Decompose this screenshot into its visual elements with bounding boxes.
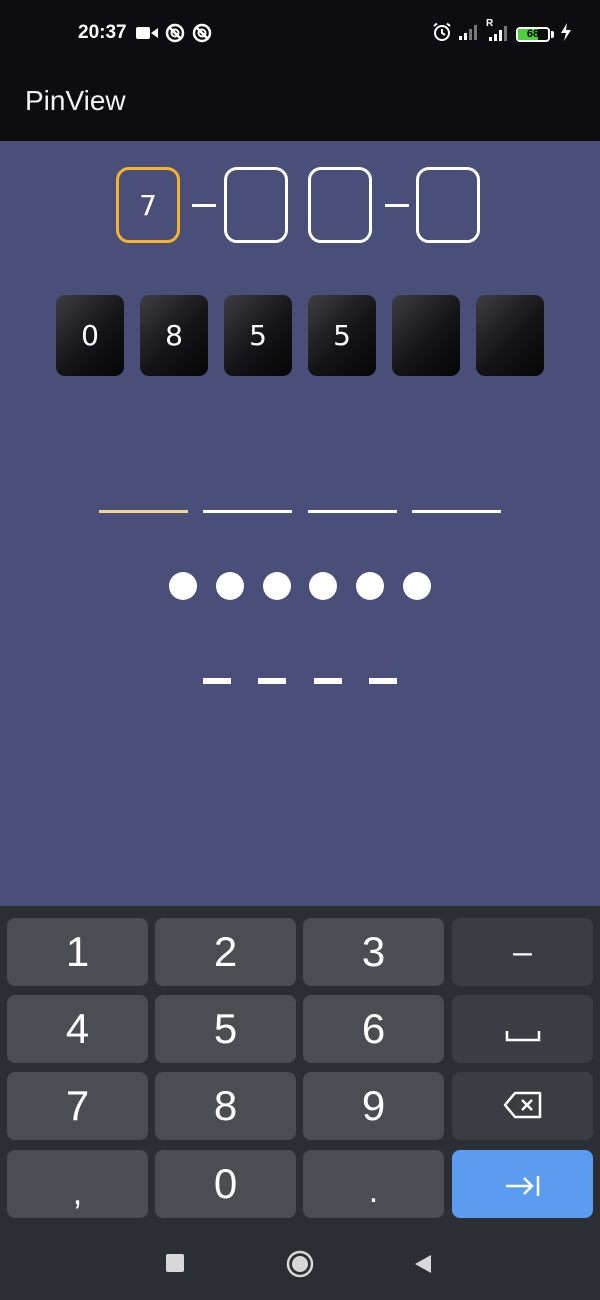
key-3[interactable]: 3 bbox=[303, 918, 444, 986]
pin-dot[interactable] bbox=[356, 572, 384, 600]
key-2[interactable]: 2 bbox=[155, 918, 296, 986]
pin-field-4[interactable]: 5 bbox=[308, 295, 376, 376]
pin-field-4[interactable] bbox=[416, 167, 480, 243]
status-left-icons bbox=[136, 23, 212, 47]
pin-field-2[interactable]: 8 bbox=[140, 295, 208, 376]
key-8[interactable]: 8 bbox=[155, 1072, 296, 1140]
pin-dash[interactable] bbox=[258, 678, 286, 684]
pin-underline-field-4[interactable] bbox=[412, 510, 501, 513]
key-minus[interactable]: – bbox=[452, 918, 593, 986]
key-label: 2 bbox=[213, 928, 238, 975]
back-icon[interactable] bbox=[413, 1253, 433, 1275]
key-backspace[interactable] bbox=[452, 1072, 593, 1140]
backspace-icon bbox=[503, 1082, 543, 1130]
key-label: , bbox=[72, 1173, 83, 1212]
pin-field-2[interactable] bbox=[224, 167, 288, 243]
pin-dash[interactable] bbox=[369, 678, 397, 684]
key-dot[interactable]: . bbox=[303, 1150, 444, 1218]
pin-dot[interactable] bbox=[263, 572, 291, 600]
pin-dash[interactable] bbox=[203, 678, 231, 684]
key-label: 0 bbox=[213, 1160, 238, 1207]
key-label: . bbox=[368, 1171, 379, 1210]
pin-separator bbox=[192, 204, 216, 207]
key-1[interactable]: 1 bbox=[7, 918, 148, 986]
key-label: 9 bbox=[361, 1082, 386, 1129]
space-icon bbox=[505, 1005, 541, 1053]
pin-dot[interactable] bbox=[309, 572, 337, 600]
status-time: 20:37 bbox=[78, 22, 127, 43]
key-label: – bbox=[513, 932, 532, 971]
key-label: 4 bbox=[65, 1005, 90, 1052]
pin-dot[interactable] bbox=[169, 572, 197, 600]
page-title: PinView bbox=[25, 85, 126, 116]
key-enter[interactable] bbox=[452, 1150, 593, 1218]
key-5[interactable]: 5 bbox=[155, 995, 296, 1063]
pin-field-3[interactable] bbox=[308, 167, 372, 243]
tab-next-icon bbox=[504, 1160, 542, 1208]
pin-underline-field-2[interactable] bbox=[203, 510, 292, 513]
home-icon[interactable] bbox=[286, 1250, 314, 1278]
status-bar: 20:37 R 68 bbox=[0, 0, 600, 60]
pin-field-5[interactable] bbox=[392, 295, 460, 376]
app-bar: PinView bbox=[0, 60, 600, 141]
status-right-icons: R 68 bbox=[432, 18, 572, 46]
video-camera-icon bbox=[136, 25, 158, 45]
pin-field-3[interactable]: 5 bbox=[224, 295, 292, 376]
pin-dash[interactable] bbox=[314, 678, 342, 684]
pin-dot[interactable] bbox=[216, 572, 244, 600]
roaming-label: R bbox=[486, 18, 494, 29]
pin-field-1[interactable]: 7 bbox=[116, 167, 180, 243]
numeric-keyboard: 1 2 3 – 4 5 6 7 8 9 , 0 . bbox=[0, 906, 600, 1235]
battery-tip bbox=[551, 30, 554, 38]
key-4[interactable]: 4 bbox=[7, 995, 148, 1063]
key-6[interactable]: 6 bbox=[303, 995, 444, 1063]
key-label: 1 bbox=[65, 928, 90, 975]
key-label: 8 bbox=[213, 1082, 238, 1129]
pin-dot[interactable] bbox=[403, 572, 431, 600]
battery-icon: 68 bbox=[516, 26, 550, 42]
key-label: 7 bbox=[65, 1082, 90, 1129]
battery-level: 68 bbox=[526, 28, 540, 40]
roaming-signal-icon: R bbox=[486, 18, 510, 46]
signal-icon bbox=[458, 23, 480, 45]
blocked-notification-icon bbox=[165, 23, 185, 47]
navigation-bar bbox=[0, 1235, 600, 1300]
key-9[interactable]: 9 bbox=[303, 1072, 444, 1140]
alarm-icon bbox=[432, 22, 452, 46]
key-label: 6 bbox=[361, 1005, 386, 1052]
pin-underline-field-1[interactable] bbox=[99, 510, 188, 513]
key-label: 5 bbox=[213, 1005, 238, 1052]
recent-apps-icon[interactable] bbox=[166, 1254, 184, 1272]
key-comma[interactable]: , bbox=[7, 1150, 148, 1218]
key-space[interactable] bbox=[452, 995, 593, 1063]
pin-separator bbox=[385, 204, 409, 207]
blocked-notification-icon bbox=[192, 23, 212, 47]
charging-icon bbox=[560, 23, 572, 45]
key-0[interactable]: 0 bbox=[155, 1150, 296, 1218]
pin-field-6[interactable] bbox=[476, 295, 544, 376]
key-7[interactable]: 7 bbox=[7, 1072, 148, 1140]
key-label: 3 bbox=[361, 928, 386, 975]
pin-field-1[interactable]: 0 bbox=[56, 295, 124, 376]
pin-underline-field-3[interactable] bbox=[308, 510, 397, 513]
